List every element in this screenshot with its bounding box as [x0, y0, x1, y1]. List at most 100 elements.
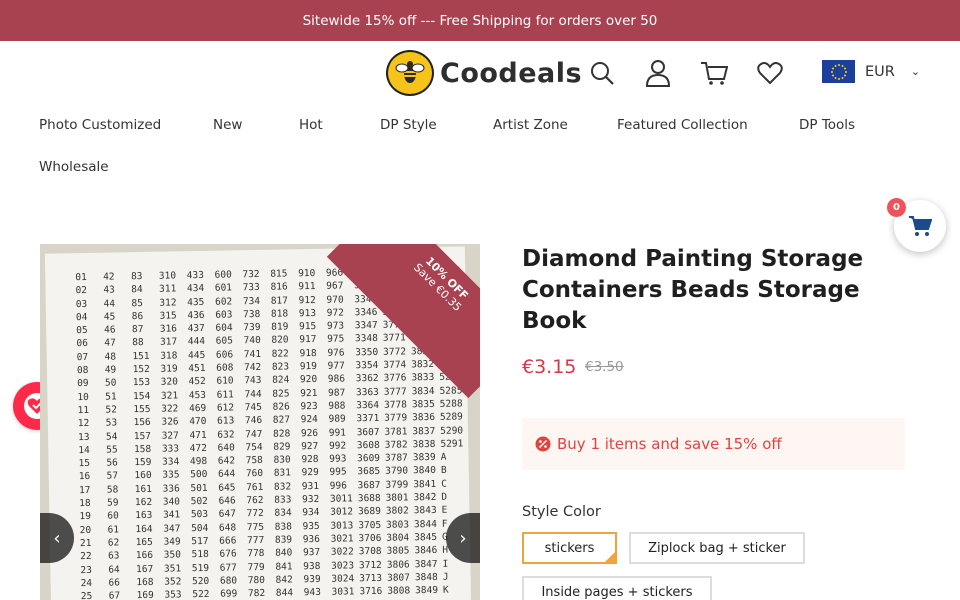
- sheet-cell: A: [440, 451, 447, 463]
- nav-artist-zone[interactable]: Artist Zone: [493, 117, 568, 133]
- sheet-cell: 640: [217, 442, 235, 454]
- sheet-cell: 762: [246, 494, 264, 507]
- sheet-cell: 645: [218, 482, 236, 494]
- sheet-cell: 600: [214, 269, 232, 281]
- nav-photo-customized[interactable]: Photo Customized: [39, 117, 161, 133]
- sheet-cell: 518: [191, 549, 209, 561]
- sheet-cell: 53: [105, 417, 118, 429]
- option-stickers[interactable]: stickers: [522, 532, 617, 564]
- sheet-cell: 927: [301, 440, 319, 453]
- sheet-cell: 500: [190, 469, 208, 481]
- sheet-cell: 07: [76, 351, 89, 363]
- sheet-cell: 3688: [357, 492, 381, 505]
- sheet-cell: 445: [188, 349, 206, 361]
- sheet-cell: 996: [329, 480, 347, 492]
- sheet-cell: 820: [271, 334, 289, 347]
- sheet-cell: 48: [104, 351, 117, 363]
- sheet-cell: 611: [216, 389, 234, 401]
- nav-hot[interactable]: Hot: [299, 117, 323, 133]
- sheet-cell: 742: [243, 362, 262, 374]
- search-icon[interactable]: [587, 58, 617, 88]
- sheet-cell: 772: [246, 508, 264, 520]
- sheet-cell: B: [440, 465, 447, 477]
- sheet-cell: 347: [163, 523, 181, 535]
- sheet-cell: 761: [246, 481, 264, 493]
- sheet-cell: 326: [161, 416, 179, 428]
- sheet-cell: 310: [158, 270, 177, 282]
- sheet-cell: 155: [133, 403, 151, 416]
- sheet-cell: 932: [302, 493, 320, 506]
- sheet-cell: 3839: [412, 452, 436, 464]
- sheet-cell: 3354: [355, 359, 379, 372]
- sheet-cell: 740: [243, 335, 261, 347]
- sheet-cell: 3834: [411, 385, 435, 397]
- sheet-cell: 42: [103, 271, 115, 283]
- sheet-cell: 60: [107, 510, 119, 522]
- sheet-cell: 937: [302, 547, 321, 559]
- wishlist-icon[interactable]: [755, 58, 785, 88]
- sheet-cell: 834: [274, 507, 292, 520]
- sheet-cell: 159: [134, 457, 152, 469]
- sheet-cell: 741: [243, 348, 262, 361]
- option-inside-pages-stickers[interactable]: Inside pages + stickers: [522, 576, 712, 600]
- sheet-cell: 504: [191, 522, 209, 534]
- nav-wholesale[interactable]: Wholesale: [39, 159, 109, 175]
- option-label: Style Color: [522, 504, 601, 520]
- sheet-cell: 3844: [413, 518, 437, 530]
- sheet-cell: 777: [246, 534, 265, 547]
- sheet-cell: 993: [329, 453, 347, 465]
- sheet-cell: 44: [103, 298, 116, 310]
- sheet-cell: 642: [217, 455, 236, 467]
- sheet-cell: 25: [80, 591, 93, 600]
- sheet-cell: 910: [298, 267, 316, 280]
- sheet-cell: 831: [273, 467, 292, 480]
- sheet-cell: 318: [160, 350, 178, 362]
- sheet-cell: 503: [190, 509, 209, 521]
- sheet-cell: 3840: [412, 465, 437, 477]
- sheet-cell: 3846: [414, 545, 438, 557]
- nav-new[interactable]: New: [213, 117, 242, 133]
- sheet-cell: 816: [270, 281, 288, 294]
- sheet-cell: 919: [299, 361, 318, 373]
- sheet-cell: 3772: [383, 346, 407, 358]
- sheet-cell: 350: [163, 549, 182, 561]
- sheet-cell: 444: [187, 336, 206, 348]
- sheet-cell: 84: [131, 284, 143, 296]
- floating-cart-icon: [909, 216, 932, 236]
- sheet-cell: 437: [187, 323, 205, 335]
- product-image[interactable]: 0142833104336007328159109663340376138255…: [40, 244, 480, 600]
- sheet-cell: 815: [270, 268, 288, 280]
- account-icon[interactable]: [643, 58, 673, 88]
- sheet-cell: 3363: [355, 386, 379, 398]
- sheet-cell: 973: [326, 320, 345, 332]
- sheet-cell: 3362: [355, 373, 379, 385]
- sheet-cell: 164: [135, 523, 153, 535]
- nav-dp-tools[interactable]: DP Tools: [799, 117, 855, 133]
- sheet-cell: 161: [134, 483, 153, 495]
- sheet-cell: 3774: [383, 359, 407, 371]
- sheet-cell: 829: [273, 441, 291, 453]
- sheet-cell: 918: [299, 347, 317, 360]
- sheet-cell: 676: [219, 548, 237, 560]
- sheet-cell: 351: [163, 562, 182, 575]
- currency-selector[interactable]: EUR ⌄: [822, 60, 920, 83]
- sheet-cell: 3841: [413, 478, 437, 491]
- sheet-cell: 939: [303, 573, 321, 586]
- sheet-cell: 333: [161, 443, 180, 455]
- sheet-cell: D: [441, 491, 448, 503]
- sheet-cell: 522: [192, 588, 210, 600]
- sheet-cell: 995: [329, 466, 347, 479]
- option-ziplock-bag-sticker[interactable]: Ziplock bag + sticker: [629, 532, 805, 564]
- nav-featured-collection[interactable]: Featured Collection: [617, 117, 748, 133]
- eu-flag-icon: [822, 60, 855, 83]
- sheet-cell: 05: [76, 325, 88, 337]
- nav-dp-style[interactable]: DP Style: [380, 117, 437, 133]
- sheet-cell: 3012: [330, 506, 354, 519]
- sheet-cell: 827: [272, 414, 291, 427]
- sheet-cell: 613: [217, 415, 235, 427]
- sheet-cell: 519: [191, 562, 210, 574]
- brand-logo[interactable]: Coodeals: [386, 50, 582, 96]
- selected-check-icon: [603, 550, 617, 564]
- sheet-cell: 152: [132, 363, 150, 376]
- cart-icon[interactable]: [699, 58, 729, 88]
